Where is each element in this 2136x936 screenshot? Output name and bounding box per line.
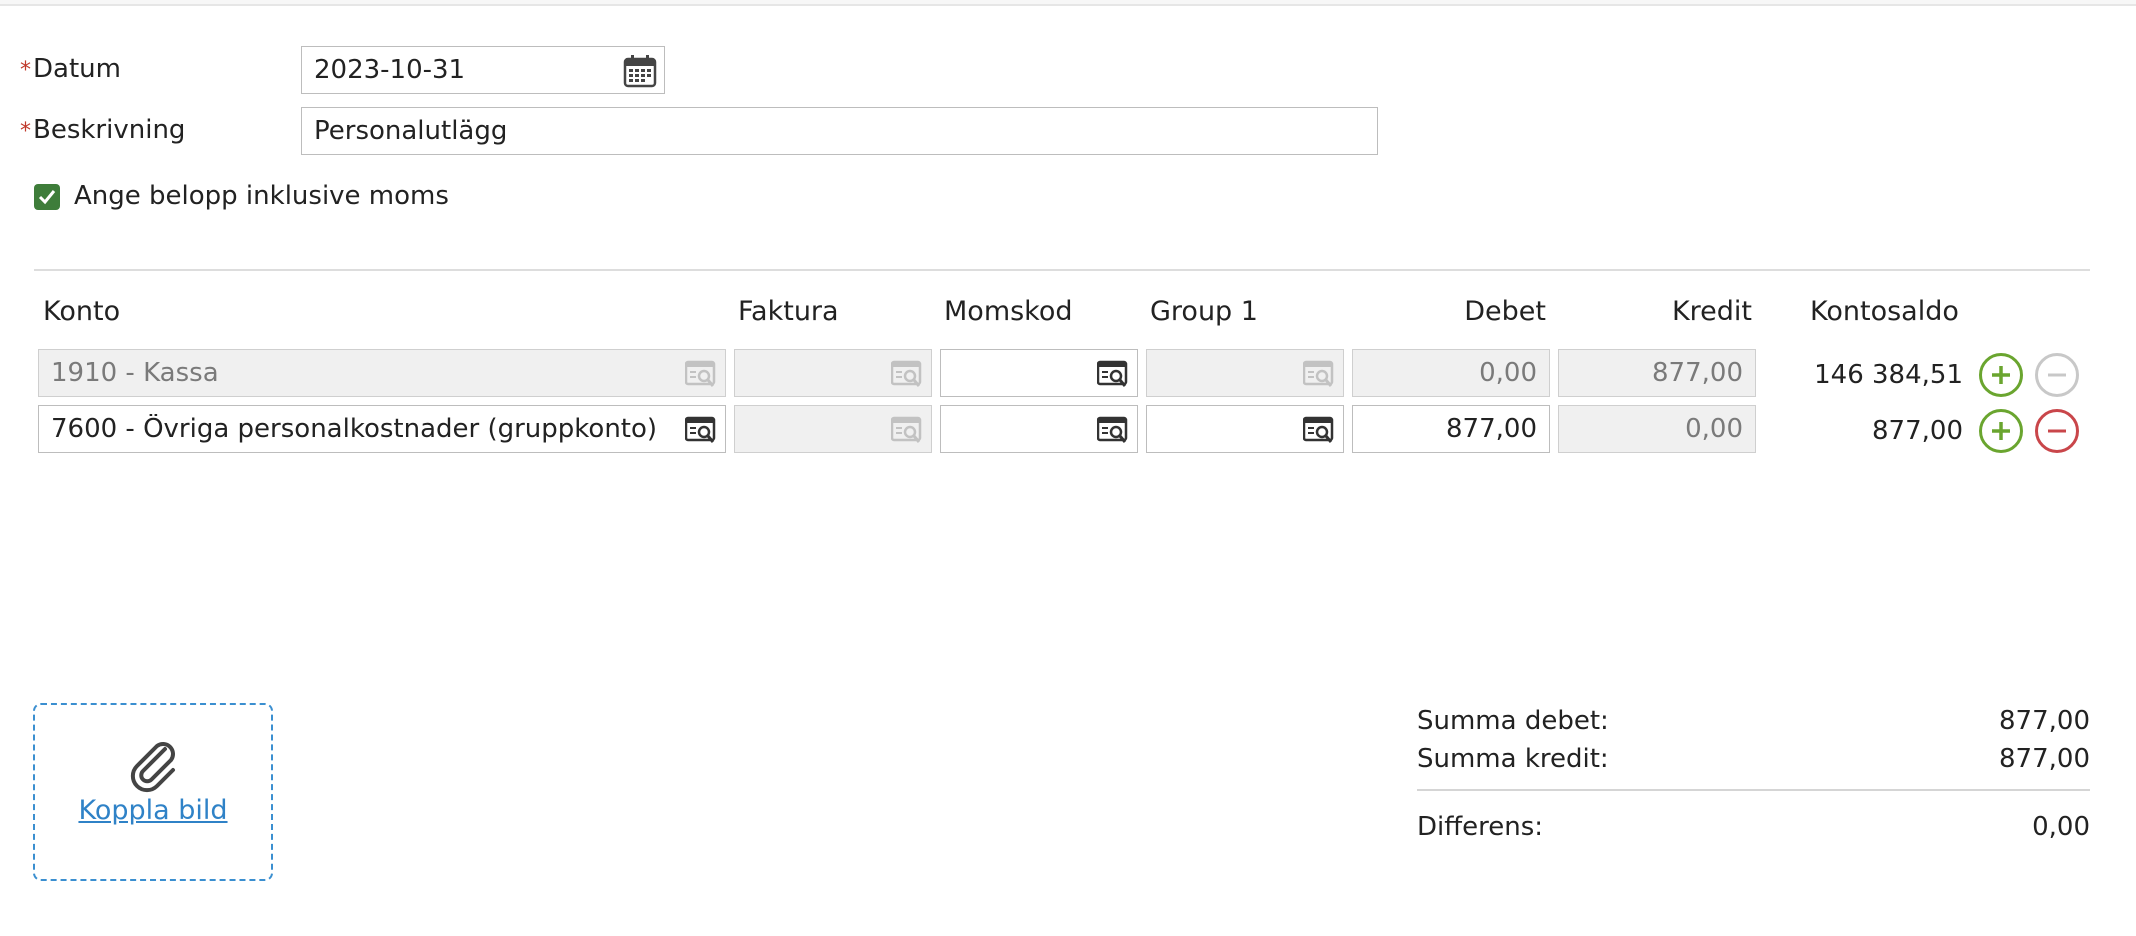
minus-icon [2048,429,2066,433]
debit-field: 0,00 [1352,349,1550,397]
credit-field: 877,00 [1558,349,1756,397]
lookup-icon [685,360,717,388]
attach-image-dropzone[interactable]: Koppla bild [33,703,273,881]
sum-credit-label: Summa kredit: [1417,744,1609,774]
invoice-field [734,349,932,397]
lookup-icon [891,416,923,444]
difference-label: Differens: [1417,812,1544,842]
difference-value: 0,00 [2032,812,2090,842]
lookup-icon [891,360,923,388]
add-row-button[interactable] [1979,409,2023,453]
lookup-icon[interactable] [1303,416,1335,444]
header-debet: Debet [1464,296,1546,327]
description-input[interactable]: Personalutlägg [301,107,1378,155]
paperclip-icon [127,739,183,795]
summary-divider [1417,789,2090,791]
lookup-icon [1303,360,1335,388]
debit-field[interactable]: 877,00 [1352,405,1550,453]
header-momskod: Momskod [944,296,1073,327]
description-label: *Beskrivning [20,115,186,145]
header-group1: Group 1 [1150,296,1258,327]
header-kontosaldo: Kontosaldo [1810,296,1959,327]
sum-credit-value: 877,00 [1999,744,2090,774]
lookup-icon[interactable] [1097,416,1129,444]
account-field[interactable]: 7600 - Övriga personalkostnader (gruppko… [38,405,726,453]
add-row-button[interactable] [1979,353,2023,397]
invoice-field [734,405,932,453]
minus-icon [2048,373,2066,377]
required-mark: * [20,119,31,144]
lookup-icon[interactable] [685,416,717,444]
section-divider [34,269,2090,271]
vat-checkbox-label[interactable]: Ange belopp inklusive moms [74,181,449,211]
account-field: 1910 - Kassa [38,349,726,397]
group1-field [1146,349,1344,397]
date-label: *Datum [20,54,121,84]
account-balance: 146 384,51 [1814,360,1963,390]
vat-code-field[interactable] [940,349,1138,397]
calendar-icon[interactable] [622,53,658,89]
header-faktura: Faktura [738,296,839,327]
top-border [0,0,2136,6]
remove-row-button[interactable] [2035,409,2079,453]
header-kredit: Kredit [1671,296,1752,327]
sum-debit-value: 877,00 [1999,706,2090,736]
credit-field: 0,00 [1558,405,1756,453]
date-input[interactable]: 2023-10-31 [301,46,665,94]
vat-checkbox[interactable] [34,184,60,210]
required-mark: * [20,58,31,83]
remove-row-button [2035,353,2079,397]
attach-image-link[interactable]: Koppla bild [35,795,271,826]
header-konto: Konto [43,296,121,327]
vat-code-field[interactable] [940,405,1138,453]
account-balance: 877,00 [1872,416,1963,446]
plus-icon [1992,422,2010,440]
lookup-icon[interactable] [1097,360,1129,388]
sum-debit-label: Summa debet: [1417,706,1609,736]
group1-field[interactable] [1146,405,1344,453]
plus-icon [1992,366,2010,384]
